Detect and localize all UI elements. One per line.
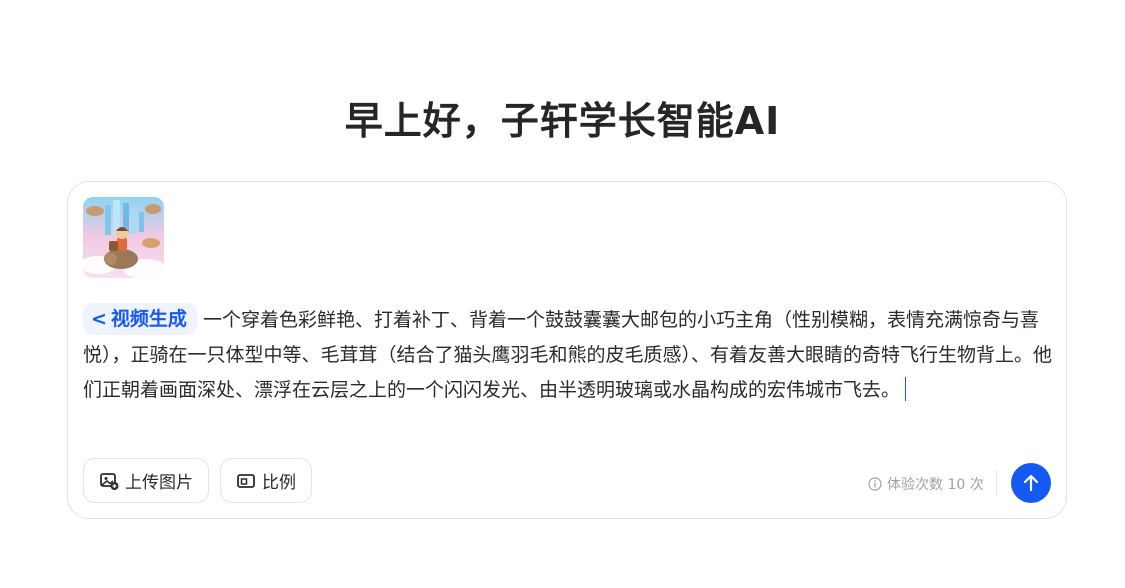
mode-chip-label: 视频生成 (110, 308, 187, 330)
upload-image-label: 上传图片 (125, 473, 193, 493)
prompt-text: 一个穿着色彩鲜艳、打着补丁、背着一个鼓鼓囊囊大邮包的小巧主角（性别模糊，表情充满… (83, 309, 1053, 401)
trial-quota-text: 体验次数 10 次 (887, 477, 984, 493)
reference-image-thumbnail[interactable] (83, 197, 164, 278)
chevron-left-icon: < (91, 308, 107, 330)
trial-quota: 体验次数 10 次 (868, 474, 984, 494)
aspect-ratio-label: 比例 (262, 473, 296, 493)
aspect-ratio-button[interactable]: 比例 (220, 458, 312, 503)
text-caret (905, 377, 907, 401)
aspect-ratio-icon (237, 473, 255, 488)
generated-image-thumbnail (83, 197, 164, 278)
prompt-composer: < 视频生成 一个穿着色彩鲜艳、打着补丁、背着一个鼓鼓囊囊大邮包的小巧主角（性别模糊… (67, 181, 1067, 519)
send-button[interactable] (1011, 463, 1051, 503)
toolbar-divider (996, 470, 997, 495)
info-icon (868, 477, 882, 491)
arrow-up-icon (1023, 474, 1039, 492)
image-upload-icon (100, 472, 119, 490)
mode-chip-video-generation[interactable]: < 视频生成 (83, 303, 197, 335)
prompt-input[interactable]: < 视频生成 一个穿着色彩鲜艳、打着补丁、背着一个鼓鼓囊囊大邮包的小巧主角（性别模糊… (83, 303, 1053, 408)
greeting-title: 早上好，子轩学长智能AI (344, 99, 781, 143)
upload-image-button[interactable]: 上传图片 (83, 458, 209, 503)
